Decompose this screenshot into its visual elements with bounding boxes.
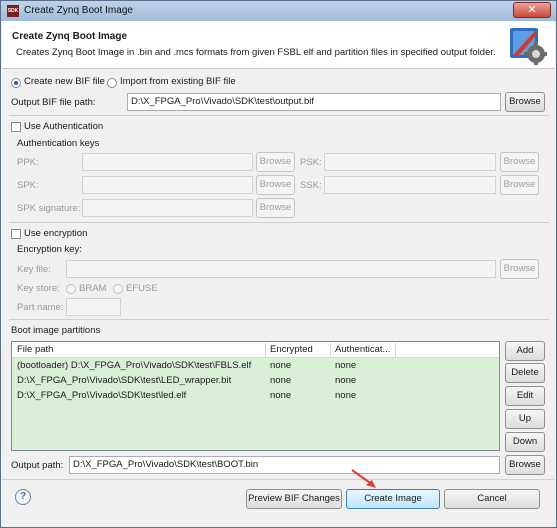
psk-browse-button[interactable]: Browse [500, 152, 539, 172]
table-row[interactable]: D:\X_FPGA_Pro\Vivado\SDK\test\led.elf no… [12, 389, 499, 404]
divider [9, 319, 549, 320]
import-bif-radio[interactable] [107, 78, 117, 88]
use-authentication-checkbox[interactable] [11, 122, 21, 132]
output-path-browse-button[interactable]: Browse [505, 455, 545, 475]
import-bif-label: Import from existing BIF file [120, 76, 236, 87]
row-file-path: D:\X_FPGA_Pro\Vivado\SDK\test\LED_wrappe… [17, 375, 232, 386]
header-title: Create Zynq Boot Image [12, 31, 128, 42]
column-header-file-path[interactable]: File path [17, 344, 53, 355]
help-icon[interactable]: ? [15, 489, 31, 505]
wizard-header: Create Zynq Boot Image Creates Zynq Boot… [2, 21, 555, 69]
column-divider[interactable] [265, 343, 266, 357]
ppk-browse-button[interactable]: Browse [256, 152, 295, 172]
delete-partition-button[interactable]: Delete [505, 363, 545, 383]
row-authenticated: none [335, 360, 357, 371]
column-header-encrypted[interactable]: Encrypted [270, 344, 313, 355]
column-divider[interactable] [330, 343, 331, 357]
efuse-label: EFUSE [126, 283, 158, 294]
key-file-field[interactable] [66, 260, 496, 278]
row-file-path: D:\X_FPGA_Pro\Vivado\SDK\test\led.elf [17, 390, 187, 401]
dialog-window: SDK Create Zynq Boot Image ✕ Create Zynq… [0, 0, 557, 528]
ssk-field[interactable] [324, 176, 496, 194]
output-path-label: Output path: [11, 460, 64, 471]
create-new-bif-label: Create new BIF file [24, 76, 105, 87]
efuse-radio[interactable] [113, 284, 123, 294]
ssk-browse-button[interactable]: Browse [500, 175, 539, 195]
column-header-authenticated[interactable]: Authenticat... [335, 344, 390, 355]
move-up-button[interactable]: Up [505, 409, 545, 429]
use-encryption-label: Use encryption [24, 228, 88, 239]
key-file-label: Key file: [17, 264, 51, 275]
partitions-table-header: File path Encrypted Authenticat... [12, 342, 499, 358]
table-row[interactable]: (bootloader) D:\X_FPGA_Pro\Vivado\SDK\te… [12, 359, 499, 374]
spk-label: SPK: [17, 180, 39, 191]
psk-label: PSK: [300, 157, 322, 168]
spk-browse-button[interactable]: Browse [256, 175, 295, 195]
output-path-field[interactable]: D:\X_FPGA_Pro\Vivado\SDK\test\BOOT.bin [69, 456, 500, 474]
create-image-button[interactable]: Create Image [346, 489, 440, 509]
ppk-field[interactable] [82, 153, 253, 171]
spk-signature-label: SPK signature: [17, 203, 81, 214]
psk-field[interactable] [324, 153, 496, 171]
authentication-keys-group-label: Authentication keys [17, 138, 100, 149]
spk-field[interactable] [82, 176, 253, 194]
output-bif-path-field[interactable]: D:\X_FPGA_Pro\Vivado\SDK\test\output.bif [127, 93, 501, 111]
encryption-key-group-label: Encryption key: [17, 244, 82, 255]
use-encryption-checkbox[interactable] [11, 229, 21, 239]
partitions-table: File path Encrypted Authenticat... (boot… [11, 341, 500, 451]
annotation-arrow-icon [351, 469, 376, 488]
partitions-table-body: (bootloader) D:\X_FPGA_Pro\Vivado\SDK\te… [12, 358, 499, 450]
row-encrypted: none [270, 375, 292, 386]
row-authenticated: none [335, 375, 357, 386]
move-down-button[interactable]: Down [505, 432, 545, 452]
divider [9, 115, 549, 116]
header-description: Creates Zynq Boot Image in .bin and .mcs… [16, 47, 496, 58]
bram-label: BRAM [79, 283, 107, 294]
output-bif-path-label: Output BIF file path: [11, 97, 96, 108]
edit-partition-button[interactable]: Edit [505, 386, 545, 406]
boot-image-partitions-label: Boot image partitions [11, 325, 101, 336]
create-new-bif-radio[interactable] [11, 78, 21, 88]
output-bif-browse-button[interactable]: Browse [505, 92, 545, 112]
ppk-label: PPK: [17, 157, 39, 168]
part-name-field[interactable] [66, 298, 121, 316]
spk-signature-browse-button[interactable]: Browse [256, 198, 295, 218]
row-authenticated: none [335, 390, 357, 401]
key-store-label: Key store: [17, 283, 60, 294]
table-row[interactable]: D:\X_FPGA_Pro\Vivado\SDK\test\LED_wrappe… [12, 374, 499, 389]
preview-bif-changes-button[interactable]: Preview BIF Changes [246, 489, 342, 509]
bram-radio[interactable] [66, 284, 76, 294]
part-name-label: Part name: [17, 302, 64, 313]
window-title: Create Zynq Boot Image [24, 5, 133, 16]
sdk-app-icon: SDK [7, 5, 19, 17]
use-authentication-label: Use Authentication [24, 121, 104, 132]
key-file-browse-button[interactable]: Browse [500, 259, 539, 279]
add-partition-button[interactable]: Add [505, 341, 545, 361]
window-close-button[interactable]: ✕ [513, 2, 551, 18]
boot-image-gear-icon [510, 28, 547, 65]
row-encrypted: none [270, 390, 292, 401]
cancel-button[interactable]: Cancel [444, 489, 540, 509]
ssk-label: SSK: [300, 180, 322, 191]
column-divider[interactable] [395, 343, 396, 357]
divider [9, 222, 549, 223]
spk-signature-field[interactable] [82, 199, 253, 217]
title-bar: SDK Create Zynq Boot Image ✕ [1, 1, 556, 21]
footer-divider [2, 479, 555, 480]
row-file-path: (bootloader) D:\X_FPGA_Pro\Vivado\SDK\te… [17, 360, 252, 371]
row-encrypted: none [270, 360, 292, 371]
